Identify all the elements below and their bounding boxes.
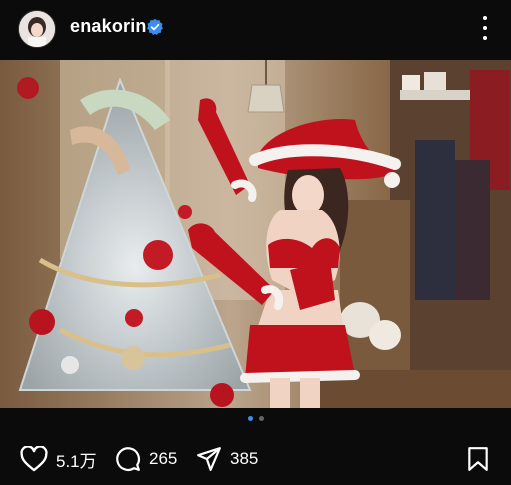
carousel-indicator [0,416,511,428]
like-button[interactable]: 5.1万 [20,444,97,474]
post-image[interactable] [0,60,511,408]
comment-count: 265 [149,449,178,468]
action-bar: 5.1万 265 385 [0,440,511,480]
more-options-icon[interactable] [477,14,493,42]
comment-button[interactable]: 265 [115,444,177,474]
carousel-dot-active [247,416,253,421]
save-button[interactable] [467,446,489,477]
verified-badge-icon [146,18,164,36]
bookmark-icon [468,447,488,471]
share-count: 385 [230,449,259,468]
avatar[interactable] [18,10,56,48]
more-dot [483,36,487,40]
post-header: enakorin [0,0,511,58]
heart-icon [20,446,48,472]
carousel-dot [258,416,264,421]
username[interactable]: enakorin [70,16,147,37]
send-icon [197,447,221,471]
comment-bubble-icon [116,447,140,471]
like-count: 5.1万 [56,451,97,471]
more-dot [483,16,487,20]
more-dot [483,26,487,30]
share-button[interactable]: 385 [196,444,258,474]
